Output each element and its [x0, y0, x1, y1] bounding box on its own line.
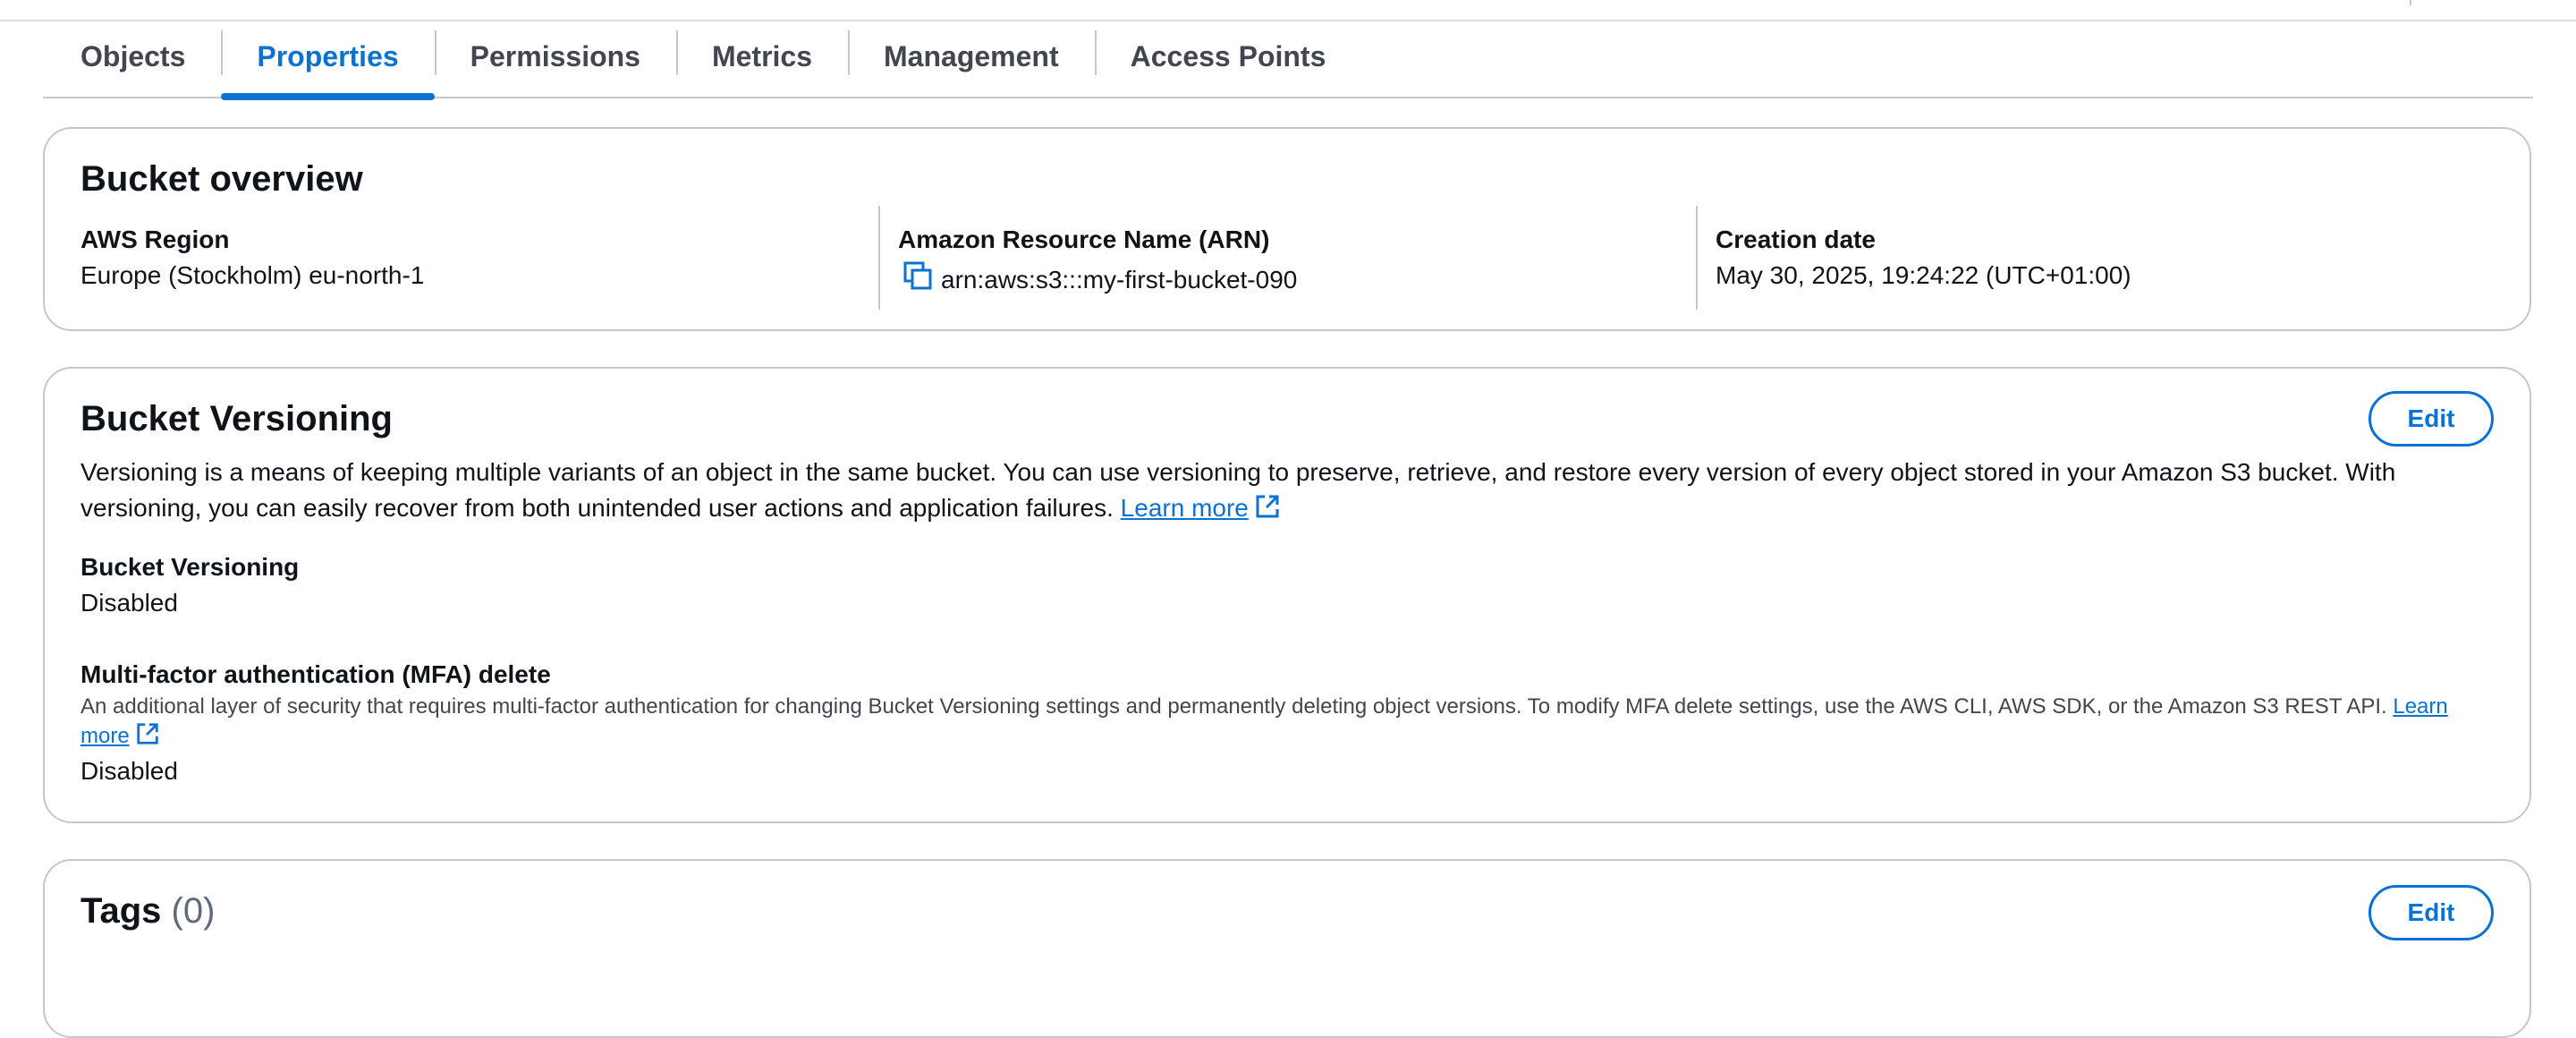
tab-label: Access Points: [1130, 39, 1326, 72]
bucket-tabs: Objects Properties Permissions Metrics M…: [43, 27, 2533, 100]
arn-label: Amazon Resource Name (ARN): [898, 225, 1270, 253]
aws-region-value: Europe (Stockholm) eu-north-1: [80, 261, 425, 289]
tab-label: Management: [884, 39, 1059, 72]
tab-management[interactable]: Management: [848, 27, 1095, 97]
tab-label: Properties: [257, 39, 399, 72]
tab-label: Objects: [80, 39, 186, 72]
creation-date-label: Creation date: [1716, 225, 1876, 253]
tags-title-row: Tags (0): [80, 891, 215, 932]
bucket-overview-card: Bucket overview AWS Region Europe (Stock…: [43, 127, 2531, 331]
learn-more-label: Learn more: [1120, 494, 1249, 522]
creation-date-value: May 30, 2025, 19:24:22 (UTC+01:00): [1716, 261, 2131, 289]
mfa-description-text: An additional layer of security that req…: [80, 694, 2387, 719]
copy-icon[interactable]: [903, 261, 934, 298]
bucket-versioning-title: Bucket Versioning: [80, 399, 393, 438]
mfa-delete-description: An additional layer of security that req…: [80, 693, 2494, 754]
versioning-status-value: Disabled: [80, 589, 178, 617]
edit-versioning-button[interactable]: Edit: [2368, 391, 2494, 447]
tab-label: Permissions: [470, 39, 640, 72]
tab-objects[interactable]: Objects: [43, 27, 221, 97]
column-divider: [1696, 206, 1698, 310]
column-divider: [878, 206, 880, 310]
tags-title: Tags: [80, 891, 162, 931]
tab-metrics[interactable]: Metrics: [675, 27, 848, 97]
aws-region-label: AWS Region: [80, 225, 230, 253]
tab-access-points[interactable]: Access Points: [1094, 27, 1362, 97]
external-link-icon[interactable]: [135, 721, 160, 754]
header-tick: [2410, 0, 2411, 5]
learn-more-link[interactable]: Learn more: [1121, 494, 1249, 522]
arn-row: arn:aws:s3:::my-first-bucket-090: [903, 261, 1297, 298]
bucket-overview-title: Bucket overview: [80, 159, 363, 199]
arn-value: arn:aws:s3:::my-first-bucket-090: [941, 265, 1298, 294]
tags-card: Tags (0) Edit: [43, 859, 2531, 1038]
versioning-description: Versioning is a means of keeping multipl…: [80, 455, 2494, 530]
external-link-icon[interactable]: [1254, 493, 1281, 530]
versioning-status-label: Bucket Versioning: [80, 553, 300, 581]
tab-label: Metrics: [711, 39, 813, 72]
tab-properties[interactable]: Properties: [221, 27, 435, 100]
mfa-delete-label: Multi-factor authentication (MFA) delete: [80, 660, 551, 688]
bucket-versioning-card: Bucket Versioning Edit Versioning is a m…: [43, 367, 2531, 823]
mfa-delete-value: Disabled: [80, 757, 178, 785]
tab-permissions[interactable]: Permissions: [434, 27, 676, 97]
tags-count: (0): [171, 891, 216, 931]
edit-tags-button[interactable]: Edit: [2368, 885, 2494, 940]
header-divider: [0, 20, 2576, 21]
